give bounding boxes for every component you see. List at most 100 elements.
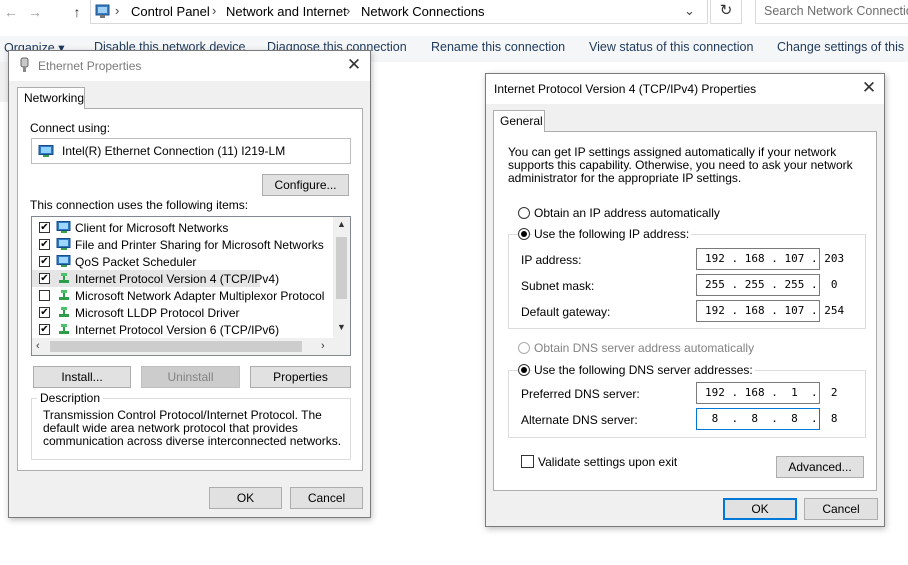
item-checkbox[interactable]: ✔ <box>39 273 50 284</box>
description-label: Description <box>37 391 104 405</box>
adapter-box: Intel(R) Ethernet Connection (11) I219-L… <box>31 138 351 164</box>
subnet-mask-label: Subnet mask: <box>521 279 595 293</box>
properties-button[interactable]: Properties <box>250 366 351 388</box>
rename-connection-button[interactable]: Rename this connection <box>431 40 565 54</box>
explorer-left-edge <box>0 62 8 102</box>
obtain-ip-radio[interactable] <box>518 207 530 219</box>
back-arrow-icon[interactable]: ← <box>2 3 20 21</box>
hscroll-thumb[interactable] <box>50 341 302 352</box>
ipv4-cancel-button[interactable]: Cancel <box>804 498 878 520</box>
eth-ok-button[interactable]: OK <box>209 487 282 509</box>
ip-address-label: IP address: <box>521 253 582 267</box>
tab-networking[interactable]: Networking <box>17 87 85 109</box>
scroll-up-icon[interactable]: ▲ <box>337 219 346 229</box>
alternate-dns-label: Alternate DNS server: <box>521 413 638 427</box>
use-ip-label[interactable]: Use the following IP address: <box>532 227 692 241</box>
protocol-icon <box>56 289 72 305</box>
use-dns-radio[interactable] <box>518 364 530 376</box>
configure-button[interactable]: Configure... <box>262 174 349 196</box>
subnet-mask-field[interactable]: 255 . 255 . 255 . 0 <box>696 274 837 296</box>
scrollbar-thumb[interactable] <box>336 237 347 299</box>
default-gateway-label: Default gateway: <box>521 305 611 319</box>
item-checkbox[interactable]: ✔ <box>39 307 50 318</box>
close-icon[interactable]: ✕ <box>344 55 364 75</box>
forward-arrow-icon[interactable]: → <box>26 3 44 21</box>
networking-page: Connect using: Intel(R) Ethernet Connect… <box>17 108 363 471</box>
ip-address-field[interactable]: 192 . 168 . 107 . 203 <box>696 248 844 270</box>
breadcrumb-control-panel[interactable]: Control Panel <box>131 4 210 19</box>
item-checkbox[interactable]: ✔ <box>39 222 50 233</box>
tab-general[interactable]: General <box>493 110 545 132</box>
breadcrumb-separator-icon: › <box>212 3 217 18</box>
vertical-scrollbar[interactable]: ▲ ▼ <box>333 217 350 338</box>
change-settings-button[interactable]: Change settings of this c <box>777 40 908 54</box>
search-input[interactable]: Search Network Connections <box>755 0 908 24</box>
item-label: Internet Protocol Version 4 (TCP/IPv4) <box>75 272 280 286</box>
control-panel-icon <box>95 3 111 19</box>
list-item[interactable]: Microsoft Network Adapter Multiplexor Pr… <box>32 287 332 304</box>
item-checkbox[interactable]: ✔ <box>39 324 50 335</box>
alternate-dns-field[interactable]: 8 . 8 . 8 . 8 <box>696 408 837 430</box>
item-label: QoS Packet Scheduler <box>75 255 197 269</box>
protocol-icon <box>56 272 72 288</box>
dialog-title: Internet Protocol Version 4 (TCP/IPv4) P… <box>494 82 757 96</box>
preferred-dns-field[interactable]: 192 . 168 . 1 . 2 <box>696 382 837 404</box>
item-checkbox[interactable] <box>39 290 50 301</box>
list-item[interactable]: ✔ File and Printer Sharing for Microsoft … <box>32 236 332 253</box>
breadcrumb-network-connections[interactable]: Network Connections <box>361 4 485 19</box>
ethernet-properties-dialog: Ethernet Properties ✕ Networking Connect… <box>8 50 371 518</box>
breadcrumb-separator-icon: › <box>346 3 351 18</box>
breadcrumb-separator-icon: › <box>115 3 120 18</box>
items-label: This connection uses the following items… <box>30 198 249 212</box>
up-arrow-icon[interactable]: ↑ <box>68 3 86 21</box>
adapter-icon <box>38 145 54 161</box>
use-ip-radio[interactable] <box>518 228 530 240</box>
eth-cancel-button[interactable]: Cancel <box>290 487 363 509</box>
ipv4-properties-dialog: Internet Protocol Version 4 (TCP/IPv4) P… <box>485 73 885 527</box>
protocol-icon <box>56 323 72 339</box>
item-checkbox[interactable]: ✔ <box>39 239 50 250</box>
item-label: File and Printer Sharing for Microsoft N… <box>75 238 324 252</box>
uninstall-button: Uninstall <box>141 366 240 388</box>
view-status-button[interactable]: View status of this connection <box>589 40 753 54</box>
description-text: Transmission Control Protocol/Internet P… <box>43 408 342 448</box>
default-gateway-field[interactable]: 192 . 168 . 107 . 254 <box>696 300 844 322</box>
connect-using-label: Connect using: <box>30 121 111 135</box>
list-item[interactable]: ✔ Client for Microsoft Networks <box>32 219 332 236</box>
components-list[interactable]: ✔ Client for Microsoft Networks ✔ File and … <box>31 216 351 356</box>
list-item[interactable]: ✔ Internet Protocol Version 6 (TCP/IPv6) <box>32 321 332 338</box>
network-client-icon <box>56 255 72 271</box>
network-client-icon <box>56 221 72 237</box>
use-dns-label[interactable]: Use the following DNS server addresses: <box>532 363 755 377</box>
obtain-ip-label[interactable]: Obtain an IP address automatically <box>534 206 720 220</box>
item-label: Internet Protocol Version 6 (TCP/IPv6) <box>75 323 280 337</box>
network-adapter-icon <box>19 57 31 73</box>
obtain-dns-radio <box>518 342 530 354</box>
validate-label[interactable]: Validate settings upon exit <box>538 455 677 469</box>
install-button[interactable]: Install... <box>33 366 131 388</box>
obtain-dns-label: Obtain DNS server address automatically <box>534 341 755 355</box>
validate-checkbox[interactable] <box>521 455 534 468</box>
advanced-button[interactable]: Advanced... <box>776 456 864 478</box>
intro-text: You can get IP settings assigned automat… <box>508 145 853 185</box>
item-checkbox[interactable]: ✔ <box>39 256 50 267</box>
horizontal-scrollbar[interactable]: ‹ › <box>32 338 350 355</box>
item-label: Microsoft Network Adapter Multiplexor Pr… <box>75 289 325 303</box>
list-item[interactable]: ✔ QoS Packet Scheduler <box>32 253 332 270</box>
close-icon[interactable]: ✕ <box>859 78 879 98</box>
ipv4-ok-button[interactable]: OK <box>723 498 797 520</box>
list-item[interactable]: ✔ Internet Protocol Version 4 (TCP/IPv4) <box>32 270 279 288</box>
scroll-right-icon[interactable]: › <box>321 340 325 352</box>
network-client-icon <box>56 238 72 254</box>
dialog-title: Ethernet Properties <box>38 59 142 73</box>
preferred-dns-label: Preferred DNS server: <box>521 387 640 401</box>
general-page: You can get IP settings assigned automat… <box>493 131 877 491</box>
protocol-icon <box>56 306 72 322</box>
item-label: Client for Microsoft Networks <box>75 221 229 235</box>
breadcrumb-network-internet[interactable]: Network and Internet <box>226 4 347 19</box>
scroll-down-icon[interactable]: ▼ <box>337 322 346 332</box>
scroll-left-icon[interactable]: ‹ <box>36 340 40 352</box>
chevron-down-icon[interactable]: ⌄ <box>684 3 695 19</box>
refresh-icon[interactable]: ↻ <box>710 0 742 24</box>
list-item[interactable]: ✔ Microsoft LLDP Protocol Driver <box>32 304 332 321</box>
